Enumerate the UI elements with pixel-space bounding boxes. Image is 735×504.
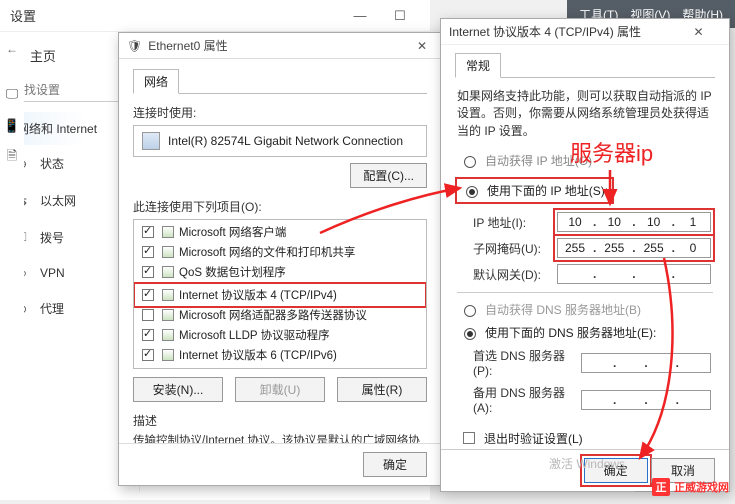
connect-using-label: 连接时使用: xyxy=(133,104,427,121)
ethernet-titlebar: 🛡 Ethernet0 属性 ✕ xyxy=(119,33,441,59)
radio-use-dns-row[interactable]: 使用下面的 DNS 服务器地址(E): xyxy=(459,324,711,341)
ipv4-titlebar: Internet 协议版本 4 (TCP/IPv4) 属性 ✕ xyxy=(441,19,729,45)
description-label: 描述 xyxy=(133,412,427,429)
dns1-input[interactable]: . . . xyxy=(581,353,711,373)
protocol-check[interactable] xyxy=(142,226,154,238)
subnet-mask-input[interactable]: 255. 255. 255. 0 xyxy=(557,238,711,258)
radio-auto-dns-row: 自动获得 DNS 服务器地址(B) xyxy=(459,301,711,318)
adapter-box: Intel(R) 82574L Gigabit Network Connecti… xyxy=(133,125,427,157)
protocol-icon xyxy=(162,309,174,321)
ip-address-field: IP 地址(I): 10. 10. 10. 1 xyxy=(473,212,711,232)
ethernet-close-icon[interactable]: ✕ xyxy=(411,39,433,53)
protocol-check[interactable] xyxy=(142,349,154,361)
protocol-icon xyxy=(162,289,174,301)
nic-icon xyxy=(142,132,160,150)
radio-auto-ip-row[interactable]: 自动获得 IP 地址(O) xyxy=(459,152,711,169)
protocol-check[interactable] xyxy=(142,309,154,321)
radio-use-dns[interactable] xyxy=(464,328,476,340)
adapter-name: Intel(R) 82574L Gigabit Network Connecti… xyxy=(168,134,403,148)
uninstall-button: 卸载(U) xyxy=(235,377,325,402)
ipv4-close-icon[interactable]: ✕ xyxy=(676,25,721,39)
ipv4-properties-window: Internet 协议版本 4 (TCP/IPv4) 属性 ✕ 常规 如果网络支… xyxy=(440,18,730,492)
protocol-check[interactable] xyxy=(142,266,154,278)
protocol-check[interactable] xyxy=(142,289,154,301)
category-files-icon[interactable]: 🗎 xyxy=(0,142,24,174)
radio-use-ip-row[interactable]: 使用下面的 IP 地址(S): xyxy=(459,181,610,200)
gateway-input[interactable]: . . . xyxy=(557,264,711,284)
back-icon[interactable]: ← xyxy=(0,34,24,64)
settings-title: 设置 xyxy=(10,6,36,25)
protocol-row[interactable]: Microsoft 网络适配器多路传送器协议 xyxy=(136,305,424,325)
protocol-check[interactable] xyxy=(142,329,154,341)
settings-max-icon[interactable]: ☐ xyxy=(380,2,420,30)
protocol-list[interactable]: Microsoft 网络客户端 Microsoft 网络的文件和打印机共享 Qo… xyxy=(133,219,427,369)
gateway-field: 默认网关(D): . . . xyxy=(473,264,711,284)
ethernet-properties-window: 🛡 Ethernet0 属性 ✕ 网络 连接时使用: Intel(R) 8257… xyxy=(118,32,442,486)
protocol-icon xyxy=(162,266,174,278)
ethernet-title: Ethernet0 属性 xyxy=(148,37,227,54)
ip-address-input[interactable]: 10. 10. 10. 1 xyxy=(557,212,711,232)
dns2-input[interactable]: . . . xyxy=(581,390,711,410)
protocol-row[interactable]: Internet 协议版本 6 (TCP/IPv6) xyxy=(136,345,424,365)
configure-button[interactable]: 配置(C)... xyxy=(350,163,427,188)
eth-items-label: 此连接使用下列项目(O): xyxy=(133,198,427,215)
windows-activation-text: 激活 Windows xyxy=(549,455,625,472)
protocol-row[interactable]: 链路层拓扑发现响应程序 xyxy=(136,365,424,369)
settings-titlebar: 设置 — ☐ xyxy=(0,0,430,32)
protocol-icon xyxy=(162,349,174,361)
install-button[interactable]: 安装(N)... xyxy=(133,377,223,402)
radio-use-ip[interactable] xyxy=(466,186,478,198)
protocol-row[interactable]: Microsoft LLDP 协议驱动程序 xyxy=(136,325,424,345)
ipv4-note: 如果网络支持此功能，则可以获取自动指派的 IP 设置。否则，你需要从网络系统管理… xyxy=(457,88,713,140)
protocol-row-tcpipv4[interactable]: Internet 协议版本 4 (TCP/IPv4) xyxy=(136,285,424,305)
ipv4-tab-general[interactable]: 常规 xyxy=(455,53,501,78)
protocol-icon xyxy=(162,329,174,341)
protocol-row[interactable]: Microsoft 网络的文件和打印机共享 xyxy=(136,242,424,262)
validate-on-exit-check[interactable] xyxy=(463,432,475,444)
adapter-icon: 🛡 xyxy=(127,39,142,53)
category-system-icon[interactable]: 🖵 xyxy=(0,78,24,110)
protocol-icon xyxy=(162,246,174,258)
protocol-check[interactable] xyxy=(142,246,154,258)
ethernet-tab-networking[interactable]: 网络 xyxy=(133,69,179,94)
ipv4-title: Internet 协议版本 4 (TCP/IPv4) 属性 xyxy=(449,23,641,40)
protocol-row[interactable]: Microsoft 网络客户端 xyxy=(136,222,424,242)
watermark: 正 正威游戏网 xyxy=(652,478,729,496)
radio-auto-dns xyxy=(464,305,476,317)
dns1-field: 首选 DNS 服务器(P): . . . xyxy=(473,347,711,378)
radio-auto-ip xyxy=(464,156,476,168)
settings-search-input[interactable] xyxy=(10,79,129,102)
protocol-icon xyxy=(162,226,174,238)
subnet-mask-field: 子网掩码(U): 255. 255. 255. 0 xyxy=(473,238,711,258)
properties-button[interactable]: 属性(R) xyxy=(337,377,427,402)
dns2-field: 备用 DNS 服务器(A): . . . xyxy=(473,384,711,415)
eth-ok-button[interactable]: 确定 xyxy=(363,452,427,477)
protocol-row[interactable]: QoS 数据包计划程序 xyxy=(136,262,424,282)
category-devices-icon[interactable]: 📱 xyxy=(0,110,24,142)
watermark-logo-icon: 正 xyxy=(652,478,670,496)
settings-min-icon[interactable]: — xyxy=(340,2,380,30)
